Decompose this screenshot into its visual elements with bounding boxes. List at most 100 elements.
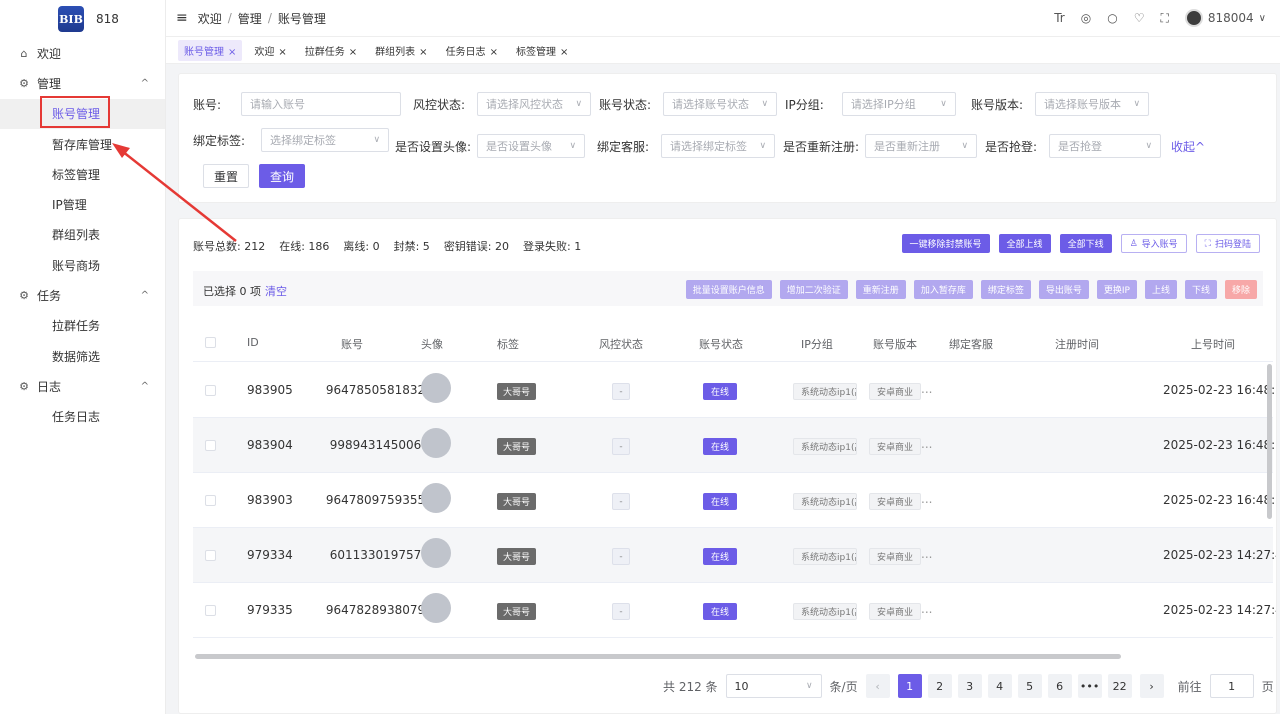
remove-banned-button[interactable]: 一键移除封禁账号 — [901, 234, 990, 253]
col-register-time[interactable]: 注册时间 — [1055, 336, 1099, 352]
tab-0[interactable]: 账号管理 × — [178, 39, 243, 61]
col-login-time[interactable]: 上号时间 — [1191, 336, 1235, 352]
sidebar-item-7[interactable]: 账号商场 — [0, 250, 165, 280]
row-checkbox[interactable] — [205, 495, 216, 506]
page-button[interactable]: 1 — [897, 674, 922, 698]
bindtag-select[interactable]: 选择绑定标签 ∨ — [261, 128, 390, 152]
ipgroup-select[interactable]: 请选择IP分组 ∨ — [841, 92, 956, 116]
version-select[interactable]: 请选择账号版本 ∨ — [1035, 92, 1150, 116]
prev-page-button[interactable]: ‹ — [865, 674, 890, 698]
row-checkbox[interactable] — [205, 605, 216, 616]
col-id[interactable]: ID — [247, 336, 259, 349]
tab-label: 标签管理 — [515, 46, 556, 58]
bulk-action-button[interactable]: 更换IP — [1096, 280, 1137, 299]
sidebar-item-10[interactable]: 数据筛选 — [0, 341, 165, 371]
col-ipgroup[interactable]: IP分组 — [801, 336, 833, 352]
qr-login-button[interactable]: ⛶ 扫码登陆 — [1195, 234, 1260, 253]
bulk-action-button[interactable]: 重新注册 — [855, 280, 906, 299]
bulk-action-button[interactable]: 加入暂存库 — [913, 280, 973, 299]
cell-id: 983903 — [247, 493, 293, 507]
page-button[interactable]: 6 — [1047, 674, 1072, 698]
page-button[interactable]: 3 — [957, 674, 982, 698]
font-size-icon[interactable]: Tr — [1054, 11, 1065, 25]
page-button[interactable]: 2 — [927, 674, 952, 698]
theme-icon[interactable]: ◎ — [1081, 11, 1091, 25]
select-all-checkbox[interactable] — [205, 337, 216, 348]
row-checkbox[interactable] — [205, 385, 216, 396]
goto-page-input[interactable]: 1 — [1209, 674, 1254, 698]
close-icon[interactable]: × — [560, 47, 568, 58]
avatar-filter-select[interactable]: 是否设置头像 ∨ — [477, 134, 586, 158]
close-icon[interactable]: × — [278, 47, 286, 58]
clear-selection-link[interactable]: 清空 — [265, 285, 287, 298]
service-select[interactable]: 请选择绑定标签 ∨ — [661, 134, 776, 158]
breadcrumb-item-1[interactable]: 管理 — [238, 10, 262, 27]
sidebar-item-12[interactable]: 任务日志 — [0, 402, 165, 432]
page-button[interactable]: 4 — [987, 674, 1012, 698]
bulk-action-button[interactable]: 绑定标签 — [980, 280, 1031, 299]
page-button[interactable]: 5 — [1017, 674, 1042, 698]
sidebar-item-0[interactable]: ⌂ 欢迎 — [0, 38, 165, 68]
sidebar-item-6[interactable]: 群组列表 — [0, 220, 165, 250]
sidebar-item-4[interactable]: 标签管理 — [0, 159, 165, 189]
tab-2[interactable]: 拉群任务 × — [299, 40, 363, 61]
risk-select[interactable]: 请选择风控状态 ∨ — [477, 92, 592, 116]
row-checkbox[interactable] — [205, 550, 216, 561]
tab-1[interactable]: 欢迎 × — [248, 40, 292, 61]
close-icon[interactable]: × — [228, 47, 236, 58]
col-status[interactable]: 账号状态 — [699, 336, 743, 352]
sidebar-item-1[interactable]: ⚙ 管理 ^ — [0, 68, 165, 98]
user-menu[interactable]: 818004 ∨ — [1184, 9, 1266, 27]
rereg-select[interactable]: 是否重新注册 ∨ — [865, 134, 978, 158]
tab-4[interactable]: 任务日志 × — [440, 40, 504, 61]
col-avatar[interactable]: 头像 — [421, 336, 443, 352]
tab-5[interactable]: 标签管理 × — [510, 40, 574, 61]
col-service[interactable]: 绑定客服 — [949, 336, 993, 352]
sidebar-item-5[interactable]: IP管理 — [0, 189, 165, 219]
table-row[interactable]: 979335 9647828938079 大哥号 - 在线 系统动态ip1(高安卓商业..… — [193, 583, 1276, 638]
bulk-action-button[interactable]: 上线 — [1144, 280, 1177, 299]
grab-select[interactable]: 是否抢登 ∨ — [1049, 134, 1162, 158]
shirt-icon[interactable]: ♡ — [1134, 11, 1145, 25]
page-size-select[interactable]: 10 ∨ — [725, 674, 822, 698]
fullscreen-icon[interactable]: ⛶ — [1160, 11, 1168, 26]
row-checkbox[interactable] — [205, 440, 216, 451]
close-icon[interactable]: × — [490, 47, 498, 58]
table-row[interactable]: 983905 9647850581832 大哥号 - 在线 系统动态ip1(高安卓商业..… — [193, 363, 1276, 418]
bulk-action-button[interactable]: 导出账号 — [1038, 280, 1089, 299]
bulk-action-button[interactable]: 下线 — [1184, 280, 1217, 299]
col-account[interactable]: 账号 — [341, 336, 363, 352]
close-icon[interactable]: × — [349, 47, 357, 58]
query-button[interactable]: 查询 — [259, 164, 305, 188]
search-icon[interactable]: ○ — [1107, 11, 1117, 25]
status-select[interactable]: 请选择账号状态 ∨ — [663, 92, 778, 116]
bulk-action-button[interactable]: 增加二次验证 — [779, 280, 848, 299]
sidebar-item-11[interactable]: ⚙ 日志 ^ — [0, 371, 165, 401]
reset-button[interactable]: 重置 — [203, 164, 249, 188]
sidebar-item-9[interactable]: 拉群任务 — [0, 311, 165, 341]
import-button[interactable]: ♙ 导入账号 — [1120, 234, 1187, 253]
page-button[interactable]: ••• — [1077, 674, 1102, 698]
tab-3[interactable]: 群组列表 × — [369, 40, 433, 61]
table-row[interactable]: 979334 601133019757 大哥号 - 在线 系统动态ip1(高安卓商业...… — [193, 528, 1276, 583]
page-button[interactable]: 22 — [1107, 674, 1132, 698]
sidebar-item-3[interactable]: 暂存库管理 — [0, 129, 165, 159]
col-risk[interactable]: 风控状态 — [599, 336, 643, 352]
collapse-link[interactable]: 收起^ — [1171, 138, 1205, 155]
col-version[interactable]: 账号版本 — [873, 336, 917, 352]
next-page-button[interactable]: › — [1139, 674, 1164, 698]
col-tag[interactable]: 标签 — [497, 336, 519, 352]
all-offline-button[interactable]: 全部下线 — [1059, 234, 1112, 253]
bulk-action-button[interactable]: 批量设置账户信息 — [685, 280, 772, 299]
bulk-action-button[interactable]: 移除 — [1224, 280, 1257, 299]
menu-toggle-icon[interactable]: ≡ — [176, 10, 188, 26]
breadcrumb-item-0[interactable]: 欢迎 — [198, 10, 222, 27]
close-icon[interactable]: × — [419, 47, 427, 58]
all-online-button[interactable]: 全部上线 — [998, 234, 1051, 253]
table-row[interactable]: 983904 998943145006 大哥号 - 在线 系统动态ip1(高安卓商业...… — [193, 418, 1276, 473]
sidebar-item-8[interactable]: ⚙ 任务 ^ — [0, 280, 165, 310]
vertical-scrollbar[interactable] — [1267, 364, 1272, 519]
table-row[interactable]: 983903 9647809759355 大哥号 - 在线 系统动态ip1(高安卓商业..… — [193, 473, 1276, 528]
account-input[interactable]: 请输入账号 — [241, 92, 402, 116]
horizontal-scrollbar[interactable] — [195, 654, 1121, 659]
